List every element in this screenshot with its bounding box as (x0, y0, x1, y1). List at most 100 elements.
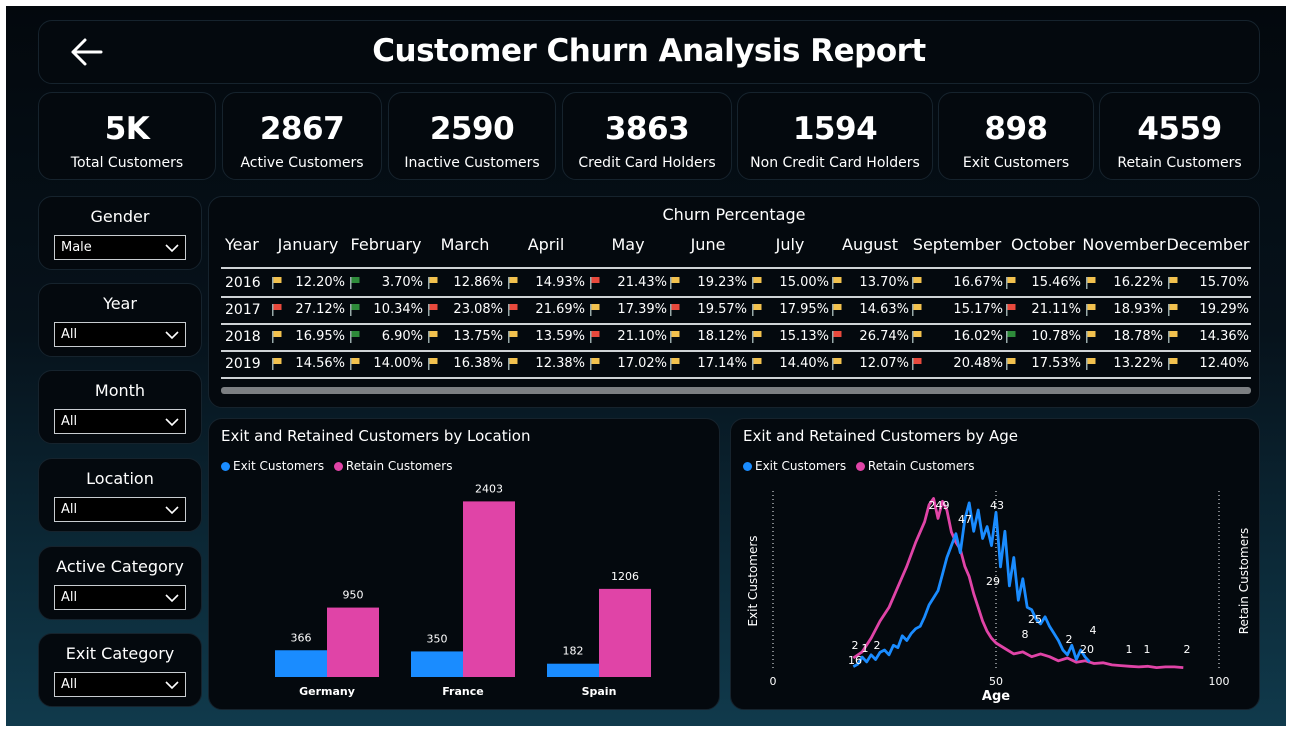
flag-icon (1086, 304, 1096, 316)
churn-value: 18.78% (1113, 329, 1163, 344)
gender-dropdown[interactable]: Male (54, 235, 186, 260)
churn-cell: 6.90% (349, 329, 423, 345)
flag-icon (832, 277, 842, 289)
row-divider (221, 296, 1251, 298)
churn-percentage-matrix: Churn Percentage Year January February Marc… (208, 196, 1260, 408)
churn-value: 17.95% (779, 302, 829, 317)
row-divider (221, 323, 1251, 325)
dropdown-value: All (61, 677, 78, 692)
data-label: 182 (563, 645, 584, 658)
series-line (852, 497, 1184, 669)
slicer-active-category: Active Category All (38, 546, 202, 620)
churn-cell: 12.07% (831, 356, 909, 372)
dropdown-value: All (61, 414, 78, 429)
data-label: 4 (1090, 624, 1097, 637)
churn-cell: 23.08% (427, 302, 503, 318)
churn-value: 18.93% (1113, 302, 1163, 317)
churn-cell: 18.12% (669, 329, 747, 345)
churn-value: 21.11% (1031, 302, 1081, 317)
flag-icon (912, 277, 922, 289)
kpi-card-total-customers: 5K Total Customers (38, 92, 216, 180)
flag-icon (350, 304, 360, 316)
churn-cell: 19.29% (1167, 302, 1249, 318)
flag-icon (752, 358, 762, 370)
churn-cell: 16.02% (911, 329, 1003, 345)
kpi-label: Exit Customers (962, 155, 1070, 171)
kpi-value: 3863 (604, 111, 690, 147)
churn-value: 16.67% (953, 275, 1003, 290)
page-title: Customer Churn Analysis Report (372, 33, 926, 69)
kpi-label: Inactive Customers (404, 155, 540, 171)
churn-cell: 12.86% (427, 275, 503, 291)
churn-cell: 16.67% (911, 275, 1003, 291)
exit-category-dropdown[interactable]: All (54, 672, 186, 697)
data-label: 8 (1022, 628, 1029, 641)
churn-value: 14.00% (373, 356, 423, 371)
bar (275, 650, 327, 677)
kpi-value: 898 (984, 111, 1048, 147)
data-label: 1 (862, 642, 869, 655)
churn-cell: 14.93% (507, 275, 585, 291)
flag-icon (350, 331, 360, 343)
data-label: 249 (929, 499, 950, 512)
flag-icon (428, 331, 438, 343)
active-category-dropdown[interactable]: All (54, 585, 186, 610)
data-label: 1206 (611, 570, 639, 583)
kpi-card-exit-customers: 898 Exit Customers (938, 92, 1094, 180)
flag-icon (832, 358, 842, 370)
flag-icon (508, 277, 518, 289)
churn-cell: 12.38% (507, 356, 585, 372)
churn-value: 17.14% (697, 356, 747, 371)
flag-icon (912, 358, 922, 370)
column-header-month: March (440, 235, 490, 254)
flag-icon (590, 331, 600, 343)
churn-value: 21.10% (617, 329, 667, 344)
kpi-label: Credit Card Holders (578, 155, 716, 171)
churn-cell: 26.74% (831, 329, 909, 345)
churn-cell: 18.93% (1085, 302, 1163, 318)
chevron-down-icon (165, 594, 179, 603)
data-label: 2 (1066, 633, 1073, 646)
column-header-month: April (527, 235, 565, 254)
churn-cell: 16.22% (1085, 275, 1163, 291)
column-header-month: May (611, 235, 645, 254)
flag-icon (1006, 304, 1016, 316)
flag-icon (272, 358, 282, 370)
flag-icon (590, 358, 600, 370)
churn-cell: 10.34% (349, 302, 423, 318)
flag-icon (428, 304, 438, 316)
kpi-value: 1594 (792, 111, 878, 147)
flag-icon (1168, 358, 1178, 370)
horizontal-scrollbar[interactable] (221, 387, 1251, 394)
kpi-card-active-customers: 2867 Active Customers (222, 92, 382, 180)
kpi-card-inactive-customers: 2590 Inactive Customers (388, 92, 556, 180)
churn-value: 26.74% (859, 329, 909, 344)
churn-cell: 15.00% (751, 275, 829, 291)
data-label: 1 (1126, 643, 1133, 656)
bar (463, 501, 515, 677)
month-dropdown[interactable]: All (54, 409, 186, 434)
churn-cell: 17.39% (589, 302, 667, 318)
churn-value: 21.69% (535, 302, 585, 317)
flag-icon (590, 304, 600, 316)
churn-value: 23.08% (453, 302, 503, 317)
kpi-value: 2867 (259, 111, 345, 147)
flag-icon (670, 304, 680, 316)
churn-cell: 14.56% (271, 356, 345, 372)
churn-cell: 16.38% (427, 356, 503, 372)
churn-value: 15.00% (779, 275, 829, 290)
churn-value: 13.22% (1113, 356, 1163, 371)
flag-icon (1086, 358, 1096, 370)
flag-icon (1168, 304, 1178, 316)
churn-value: 19.29% (1199, 302, 1249, 317)
churn-value: 14.63% (859, 302, 909, 317)
flag-icon (1086, 277, 1096, 289)
churn-cell: 15.70% (1167, 275, 1249, 291)
flag-icon (1168, 331, 1178, 343)
year-dropdown[interactable]: All (54, 322, 186, 347)
location-dropdown[interactable]: All (54, 497, 186, 522)
churn-value: 3.70% (381, 275, 423, 290)
data-label: 1 (1144, 643, 1151, 656)
slicer-title: Active Category (56, 557, 184, 576)
x-tick-label: 100 (1209, 675, 1230, 688)
